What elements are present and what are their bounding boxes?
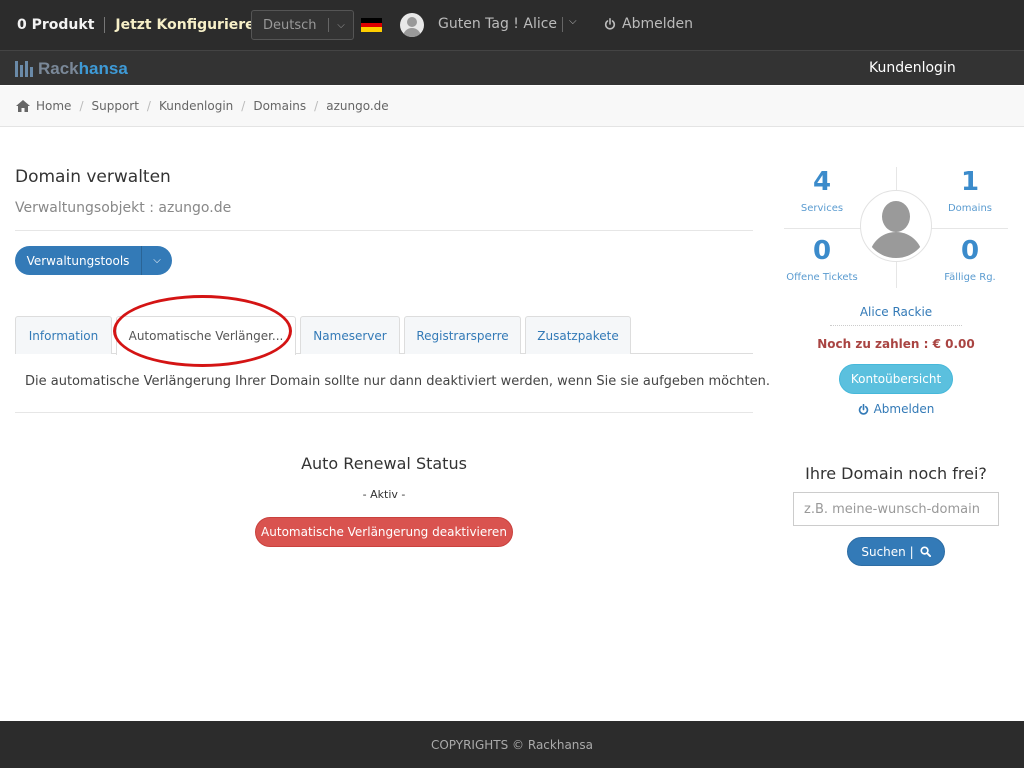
stat-due-invoices[interactable]: 0 Fällige Rg.: [932, 238, 1008, 283]
breadcrumb-current: azungo.de: [326, 99, 389, 113]
language-value: Deutsch: [263, 17, 317, 33]
configure-link[interactable]: Jetzt Konfigurieren: [115, 17, 264, 33]
breadcrumb-home[interactable]: Home: [16, 99, 71, 113]
greeting-divider: [562, 17, 563, 32]
divider: [15, 230, 753, 231]
user-name-link[interactable]: Alice Rackie: [830, 305, 962, 326]
stat-open-tickets-value: 0: [812, 236, 832, 266]
power-icon: [858, 403, 868, 415]
home-icon: [16, 100, 30, 112]
logo-bars-icon: [15, 61, 33, 77]
user-greeting[interactable]: Guten Tag ! Alice: [438, 16, 557, 32]
stats-divider: [784, 228, 862, 229]
stat-due-invoices-value: 0: [960, 236, 980, 266]
nav-customer-login[interactable]: Kundenlogin: [869, 60, 956, 76]
tab-auto-renewal[interactable]: Automatische Verlänger...: [116, 316, 296, 355]
renewal-description: Die automatische Verlängerung Ihrer Doma…: [25, 374, 770, 389]
page-subtitle: Verwaltungsobjekt : azungo.de: [15, 200, 232, 216]
search-button-label: Suchen |: [861, 544, 914, 559]
chevron-down-icon[interactable]: ⌵: [569, 16, 577, 27]
logo-text: Rackhansa: [38, 59, 128, 78]
stat-domains-value: 1: [960, 167, 980, 197]
breadcrumb-label: Home: [36, 99, 72, 113]
tab-addons[interactable]: Zusatzpakete: [525, 316, 631, 354]
management-tools-button[interactable]: Verwaltungstools ⌵: [15, 246, 172, 275]
sidebar-logout-link[interactable]: Abmelden: [784, 402, 1008, 416]
breadcrumb-separator: /: [146, 99, 151, 113]
account-overview-button[interactable]: Kontoübersicht: [839, 364, 953, 394]
stat-services-value: 4: [812, 167, 832, 197]
stat-due-invoices-label: Fällige Rg.: [944, 272, 996, 283]
tab-bar: Information Automatische Verlänger... Na…: [15, 315, 753, 355]
domain-search-button[interactable]: Suchen |: [847, 537, 945, 566]
chevron-down-icon[interactable]: ⌵: [142, 255, 172, 266]
footer-copyright: COPYRIGHTS © Rackhansa: [430, 737, 594, 752]
language-select[interactable]: Deutsch ⌵: [251, 10, 354, 40]
search-icon: [920, 546, 931, 557]
sidebar-logout-label: Abmelden: [873, 402, 935, 416]
page-title: Domain verwalten: [15, 167, 171, 187]
avatar: [400, 13, 424, 37]
amount-due: Noch zu zahlen : € 0.00: [817, 337, 975, 351]
cart-link[interactable]: 0 Produkt: [17, 17, 94, 33]
tab-information[interactable]: Information: [15, 316, 112, 354]
stat-services-label: Services: [800, 203, 844, 214]
deactivate-renewal-button[interactable]: Automatische Verlängerung deaktivieren: [255, 517, 513, 547]
stat-domains-label: Domains: [947, 203, 992, 214]
breadcrumb: Home / Support / Kundenlogin / Domains /…: [0, 86, 1024, 127]
breadcrumb-separator: /: [241, 99, 246, 113]
stat-open-tickets-label: Offene Tickets: [786, 272, 858, 283]
footer: COPYRIGHTS © Rackhansa: [0, 721, 1024, 768]
stats-divider: [930, 228, 1008, 229]
breadcrumb-support[interactable]: Support: [91, 99, 138, 113]
stat-services[interactable]: 4 Services: [784, 169, 860, 214]
renewal-status-value: - Aktiv -: [362, 488, 406, 501]
tab-registrar-lock[interactable]: Registrarsperre: [404, 316, 521, 354]
domain-search-heading: Ihre Domain noch frei?: [805, 464, 987, 483]
chevron-down-icon: ⌵: [337, 19, 345, 31]
user-avatar: [860, 190, 932, 262]
renewal-status-title: Auto Renewal Status: [301, 454, 467, 473]
breadcrumb-domains[interactable]: Domains: [253, 99, 306, 113]
stat-open-tickets[interactable]: 0 Offene Tickets: [784, 238, 860, 283]
brand-logo[interactable]: Rackhansa: [15, 59, 128, 79]
power-icon: [604, 18, 616, 30]
management-tools-label: Verwaltungstools: [26, 253, 130, 268]
german-flag-icon: [361, 18, 382, 33]
breadcrumb-separator: /: [79, 99, 84, 113]
breadcrumb-separator: /: [314, 99, 319, 113]
stat-domains[interactable]: 1 Domains: [932, 169, 1008, 214]
breadcrumb-customer-login[interactable]: Kundenlogin: [159, 99, 233, 113]
domain-search-input[interactable]: [793, 492, 999, 526]
divider: [15, 412, 753, 413]
logout-label: Abmelden: [622, 16, 693, 32]
tab-nameserver[interactable]: Nameserver: [300, 316, 400, 354]
logout-link[interactable]: Abmelden: [604, 16, 693, 32]
top-bar: 0 Produkt Jetzt Konfigurieren Deutsch ⌵ …: [0, 0, 1024, 50]
topbar-separator: [104, 17, 106, 33]
main-navbar: Rackhansa Kundenlogin: [0, 50, 1024, 85]
